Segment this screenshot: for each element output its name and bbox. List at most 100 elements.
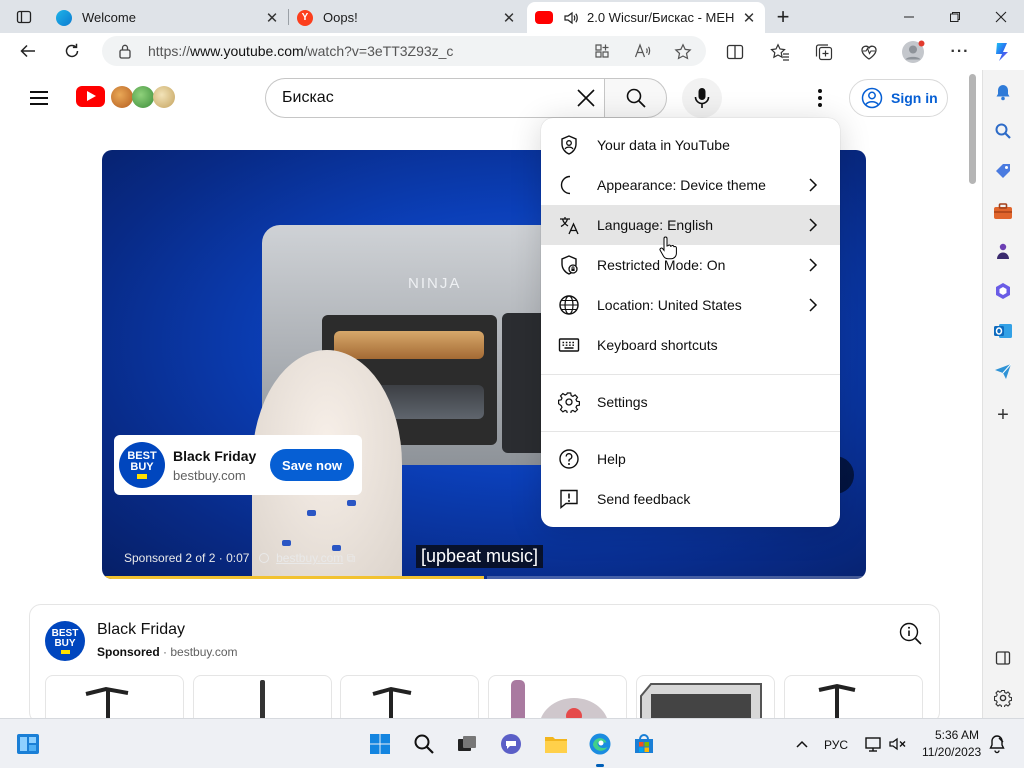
favorites-icon[interactable] xyxy=(768,40,792,64)
feedback-icon xyxy=(558,488,580,510)
menu-item-keyboard-shortcuts[interactable]: Keyboard shortcuts xyxy=(541,325,840,365)
bell-icon[interactable] xyxy=(991,80,1015,104)
tab-title: 2.0 Wicsur/Бискас - МЕНЯ xyxy=(587,10,735,25)
closed-caption: [upbeat music] xyxy=(416,545,544,568)
close-tab-icon[interactable]: ✕ xyxy=(501,9,517,27)
video-ad-card[interactable]: BEST BUY Black Friday bestbuy.com Save n… xyxy=(114,435,362,495)
favorite-star-icon[interactable] xyxy=(674,43,692,65)
doodle-pie-icon[interactable] xyxy=(153,86,175,108)
video-progress-bar[interactable] xyxy=(102,576,484,579)
tab-youtube[interactable]: 2.0 Wicsur/Бискас - МЕНЯ ✕ xyxy=(527,2,765,33)
edge-browser-icon[interactable] xyxy=(588,732,612,756)
edge-icon xyxy=(56,9,72,26)
doodle-leaf-icon[interactable] xyxy=(132,86,154,108)
menu-item-appearance[interactable]: Appearance: Device theme xyxy=(541,165,840,205)
outlook-icon[interactable] xyxy=(991,319,1015,343)
browser-tab-strip: Welcome ✕ Y Oops! ✕ 2.0 Wicsur/Бискас - … xyxy=(0,0,1024,33)
split-screen-icon[interactable] xyxy=(723,40,747,64)
speaker-icon[interactable] xyxy=(563,10,579,26)
menu-item-help[interactable]: Help xyxy=(541,439,840,479)
menu-item-settings[interactable]: Settings xyxy=(541,382,840,422)
save-now-button[interactable]: Save now xyxy=(270,449,354,481)
minimize-icon[interactable] xyxy=(886,0,932,33)
input-language[interactable]: РУС xyxy=(824,738,848,752)
logo-line2: BUY xyxy=(130,461,154,473)
menu-divider xyxy=(541,431,840,432)
ad-info-icon[interactable] xyxy=(898,621,924,647)
help-icon xyxy=(558,448,580,470)
tab-title: Welcome xyxy=(82,10,136,25)
chevron-right-icon xyxy=(805,215,821,235)
youtube-logo-icon[interactable] xyxy=(76,86,105,107)
refresh-icon[interactable] xyxy=(56,35,88,67)
add-app-icon[interactable]: + xyxy=(991,403,1015,427)
store-icon[interactable] xyxy=(632,732,656,756)
chevron-up-icon[interactable] xyxy=(790,732,814,756)
app-available-icon[interactable] xyxy=(594,43,610,63)
task-view-icon[interactable] xyxy=(455,732,479,756)
taskbar-search-icon[interactable] xyxy=(412,732,436,756)
notification-center-icon[interactable] xyxy=(985,732,1009,756)
bestbuy-logo-icon: BEST BUY xyxy=(45,621,85,661)
ad-panel-title[interactable]: Black Friday xyxy=(97,621,185,639)
close-tab-icon[interactable]: ✕ xyxy=(741,9,757,27)
close-window-icon[interactable] xyxy=(978,0,1024,33)
account-circle-icon xyxy=(861,87,883,109)
ad-companion-panel[interactable]: BEST BUY Black Friday Sponsored · bestbu… xyxy=(29,604,940,725)
info-icon[interactable] xyxy=(258,553,269,563)
clear-search-icon[interactable] xyxy=(574,86,598,110)
ad-domain: bestbuy.com xyxy=(173,467,246,483)
send-icon[interactable] xyxy=(991,359,1015,383)
file-explorer-icon[interactable] xyxy=(544,732,568,756)
menu-item-send-feedback[interactable]: Send feedback xyxy=(541,479,840,519)
moon-icon xyxy=(558,174,580,196)
settings-kebab-icon[interactable] xyxy=(806,84,834,112)
start-windows-icon[interactable] xyxy=(368,732,392,756)
close-tab-icon[interactable]: ✕ xyxy=(264,9,280,27)
sidebar-settings-gear-icon[interactable] xyxy=(991,686,1015,710)
search-icon[interactable] xyxy=(991,119,1015,143)
restore-icon[interactable] xyxy=(932,0,978,33)
lock-icon[interactable] xyxy=(118,43,132,59)
widgets-icon[interactable] xyxy=(16,732,40,756)
tools-icon[interactable] xyxy=(991,199,1015,223)
microsoft-365-icon[interactable] xyxy=(991,279,1015,303)
voice-search-button[interactable] xyxy=(682,78,722,118)
chevron-right-icon xyxy=(805,175,821,195)
hide-sidebar-icon[interactable] xyxy=(991,646,1015,670)
menu-item-your-data[interactable]: Your data in YouTube xyxy=(541,125,840,165)
volume-muted-icon[interactable] xyxy=(886,732,910,756)
browser-essentials-icon[interactable] xyxy=(857,40,881,64)
keyboard-icon xyxy=(558,334,580,356)
tab-actions-icon[interactable] xyxy=(10,0,38,33)
tab-welcome[interactable]: Welcome ✕ xyxy=(48,2,288,33)
search-button[interactable] xyxy=(604,78,667,118)
read-aloud-icon[interactable] xyxy=(634,43,652,63)
copilot-icon[interactable] xyxy=(988,38,1016,66)
sign-in-button[interactable]: Sign in xyxy=(849,79,948,117)
address-bar[interactable]: https://www.youtube.com/watch?v=3eTT3Z93… xyxy=(102,36,706,66)
tab-oops[interactable]: Y Oops! ✕ xyxy=(289,2,525,33)
url-text[interactable]: https://www.youtube.com/watch?v=3eTT3Z93… xyxy=(148,43,453,59)
clock-time[interactable]: 5:36 AM xyxy=(935,728,979,742)
games-icon[interactable] xyxy=(991,239,1015,263)
collections-icon[interactable] xyxy=(812,40,836,64)
network-icon[interactable] xyxy=(862,732,886,756)
sponsored-domain-link[interactable]: bestbuy.com xyxy=(276,551,343,565)
doodle-food-icon[interactable] xyxy=(111,86,133,108)
search-input[interactable]: Бискас xyxy=(265,78,604,118)
more-options-icon[interactable]: ··· xyxy=(948,40,972,64)
menu-divider xyxy=(541,374,840,375)
back-arrow-icon[interactable] xyxy=(12,35,44,67)
video-progress-track[interactable] xyxy=(487,576,866,579)
menu-item-restricted-mode[interactable]: Restricted Mode: On xyxy=(541,245,840,285)
menu-item-location[interactable]: Location: United States xyxy=(541,285,840,325)
profile-avatar-icon[interactable] xyxy=(901,40,925,64)
clock-date[interactable]: 11/20/2023 xyxy=(922,745,981,759)
teams-chat-icon[interactable] xyxy=(499,732,523,756)
menu-item-language[interactable]: Language: English xyxy=(541,205,840,245)
new-tab-icon[interactable]: + xyxy=(770,0,796,33)
shopping-tag-icon[interactable] xyxy=(991,159,1015,183)
page-scrollbar-thumb[interactable] xyxy=(969,74,976,184)
hamburger-menu-icon[interactable] xyxy=(26,84,54,112)
